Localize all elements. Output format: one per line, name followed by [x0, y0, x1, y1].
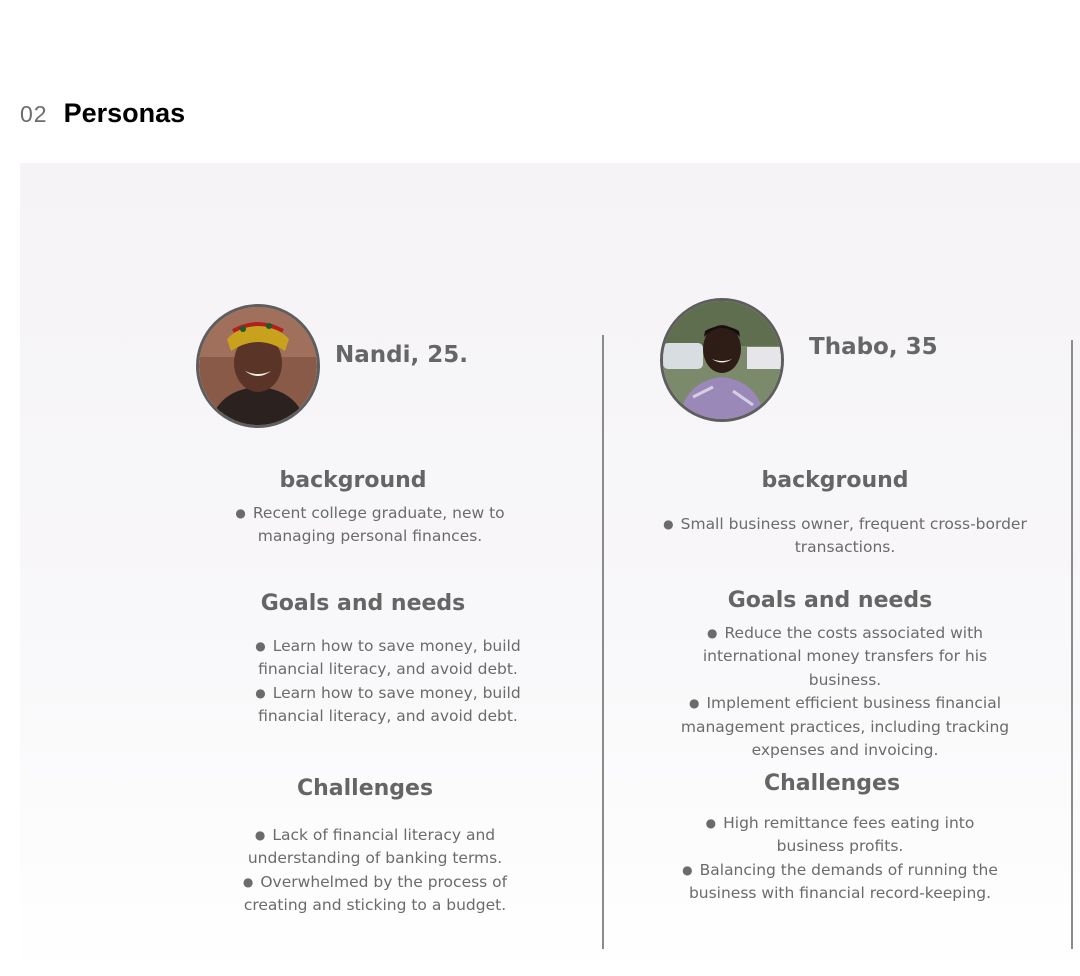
- persona-avatar-nandi: [196, 304, 320, 428]
- bullet-icon: ●: [688, 696, 700, 711]
- background-text: ● Recent college graduate, new to managin…: [235, 504, 505, 546]
- challenges-heading: Challenges: [763, 771, 901, 796]
- bullet-icon: ●: [255, 639, 266, 653]
- column-divider: [1071, 340, 1073, 949]
- goals-heading: Goals and needs: [727, 588, 933, 613]
- goals-text: ● Learn how to save money, build financia…: [255, 637, 521, 726]
- portrait-photo-icon: [199, 307, 317, 425]
- background-heading: background: [761, 468, 909, 493]
- personas-panel: Nandi, 25. background ● Recent college gr…: [20, 163, 1080, 976]
- bullet-icon: ●: [682, 862, 693, 877]
- bullet-icon: ●: [663, 517, 674, 531]
- goals-text: ● Reduce the costs associated with intern…: [680, 624, 1010, 760]
- section-header: 02 Personas: [20, 98, 185, 134]
- persona-avatar-thabo: [660, 298, 784, 422]
- challenges-text: ● Lack of financial literacy and understa…: [242, 826, 508, 915]
- bullet-icon: ●: [255, 685, 266, 700]
- bullet-icon: ●: [242, 874, 254, 889]
- portrait-photo-icon: [663, 301, 781, 419]
- bullet-icon: ●: [707, 626, 718, 640]
- section-number: 02: [20, 101, 48, 127]
- persona-name-nandi: Nandi, 25.: [335, 342, 468, 368]
- persona-name-thabo: Thabo, 35: [809, 334, 938, 360]
- column-divider: [602, 335, 604, 949]
- background-heading: background: [279, 468, 427, 493]
- challenges-text: ● High remittance fees eating into busine…: [682, 814, 998, 903]
- challenges-heading: Challenges: [296, 776, 434, 801]
- goals-heading: Goals and needs: [260, 591, 466, 616]
- bullet-icon: ●: [235, 506, 246, 520]
- bullet-icon: ●: [254, 828, 266, 842]
- background-text: ● Small business owner, frequent cross-bo…: [663, 515, 1027, 557]
- bullet-icon: ●: [705, 816, 717, 830]
- section-title: Personas: [63, 98, 186, 128]
